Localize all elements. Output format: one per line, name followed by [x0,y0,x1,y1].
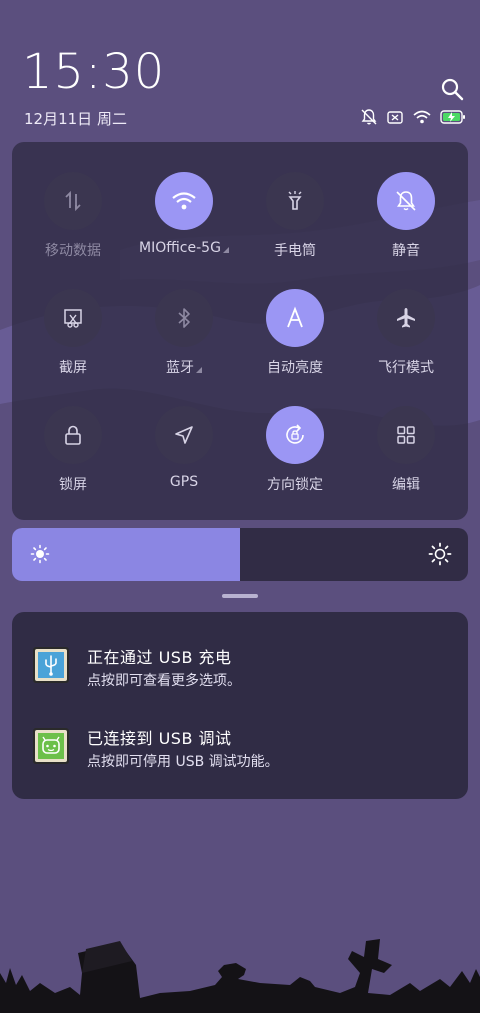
tile-auto-brightness[interactable]: 自动亮度 [240,289,350,377]
notification-usb-charging[interactable]: 正在通过 USB 充电 点按即可查看更多选项。 [12,644,468,704]
expand-triangle-icon [222,247,229,253]
tile-label: MIOffice-5G [129,240,239,256]
tile-edit[interactable]: 编辑 [351,406,461,494]
rotation-lock-icon[interactable] [266,406,324,464]
wifi-status-icon [412,108,432,126]
tile-label: 锁屏 [59,477,87,493]
notification-title: 正在通过 USB 充电 [87,648,232,667]
bluetooth-label: 蓝牙 [166,360,194,376]
brightness-high-icon [428,542,452,570]
tile-label: 静音 [392,243,420,259]
bluetooth-icon[interactable] [155,289,213,347]
no-sim-icon [386,108,404,126]
notification-panel: 正在通过 USB 充电 点按即可查看更多选项。 已连接到 USB 调试 点按即可… [12,612,468,799]
tile-gps[interactable]: GPS [129,406,239,490]
tile-label: 移动数据 [45,243,101,259]
status-bar-icons [360,108,466,126]
notification-usb-debugging[interactable]: 已连接到 USB 调试 点按即可停用 USB 调试功能。 [12,725,468,785]
lock-icon[interactable] [44,406,102,464]
tile-lock-screen[interactable]: 锁屏 [18,406,128,494]
drag-handle[interactable] [222,594,258,598]
screenshot-icon[interactable] [44,289,102,347]
tile-label: 截屏 [59,360,87,376]
usb-icon [32,646,70,684]
tile-label: GPS [169,474,199,490]
tile-bluetooth[interactable]: 蓝牙 [129,289,239,377]
clock-time: 15:30 [22,44,166,100]
tile-label: 飞行模式 [378,360,434,376]
tile-label: 方向锁定 [267,477,323,493]
gps-icon[interactable] [155,406,213,464]
tile-label: 编辑 [392,477,420,493]
edit-grid-icon[interactable] [377,406,435,464]
tile-mute[interactable]: 静音 [351,172,461,260]
battery-charging-icon [440,108,466,126]
tile-flashlight[interactable]: 手电筒 [240,172,350,260]
expand-triangle-icon [196,367,202,373]
quick-settings-panel: 移动数据 MIOffice-5G 手电筒 静音 截屏 蓝牙 自动亮度 飞行模式 … [12,142,468,520]
mute-bell-icon[interactable] [377,172,435,230]
mobile-data-icon[interactable] [44,172,102,230]
tile-airplane[interactable]: 飞行模式 [351,289,461,377]
mute-status-icon [360,108,378,126]
notification-body: 点按即可查看更多选项。 [87,673,241,689]
tile-screenshot[interactable]: 截屏 [18,289,128,377]
flashlight-icon[interactable] [266,172,324,230]
tile-label: 手电筒 [274,243,316,259]
brightness-slider[interactable] [12,528,468,581]
clock-date: 12月11日 周二 [24,110,127,128]
notification-title: 已连接到 USB 调试 [87,729,232,748]
airplane-icon[interactable] [377,289,435,347]
search-icon[interactable] [440,77,464,101]
wallpaper-silhouette [0,939,480,1013]
brightness-low-icon [30,544,50,568]
wifi-icon[interactable] [155,172,213,230]
wifi-network-label: MIOffice-5G [139,240,221,256]
auto-brightness-icon[interactable] [266,289,324,347]
notification-body: 点按即可停用 USB 调试功能。 [87,754,279,770]
tile-wifi[interactable]: MIOffice-5G [129,172,239,256]
tile-label: 蓝牙 [129,357,239,377]
android-debug-icon [32,727,70,765]
tile-mobile-data[interactable]: 移动数据 [18,172,128,260]
tile-label: 自动亮度 [267,360,323,376]
tile-rotation-lock[interactable]: 方向锁定 [240,406,350,494]
